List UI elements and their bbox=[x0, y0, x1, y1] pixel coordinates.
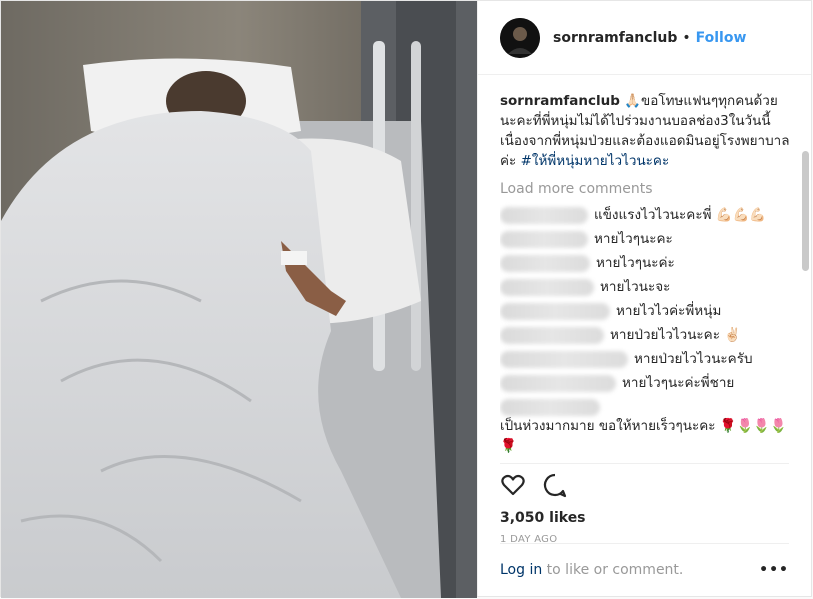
comment-text: หายไวๆนะคะ bbox=[594, 231, 673, 247]
comment-username-blurred[interactable] bbox=[500, 279, 594, 296]
comment-item: หายป่วยไวไวนะครับ bbox=[500, 349, 790, 369]
comment-username-blurred[interactable] bbox=[500, 327, 604, 344]
comment-username-blurred[interactable] bbox=[500, 207, 588, 224]
actions-bar: 3,050 likes 1 DAY AGO bbox=[500, 463, 789, 545]
comment-username-blurred[interactable] bbox=[500, 255, 590, 272]
comment-username-blurred[interactable] bbox=[500, 399, 600, 416]
comment-username-blurred[interactable] bbox=[500, 231, 588, 248]
action-icons bbox=[500, 470, 789, 500]
caption-username[interactable]: sornramfanclub bbox=[500, 93, 620, 109]
hospital-photo bbox=[1, 1, 477, 598]
comments-list[interactable]: sornramfanclub 🙏🏻ขอโทษแฟนๆทุกคนด้วยนะคะท… bbox=[500, 91, 790, 457]
caption-hashtag[interactable]: #ให้พี่หนุ่มหายไวไวนะคะ bbox=[521, 153, 670, 169]
login-prompt: Log in to like or comment. bbox=[500, 562, 683, 578]
post-photo[interactable] bbox=[1, 1, 477, 598]
comments-scrollbar[interactable] bbox=[802, 151, 809, 271]
login-link[interactable]: Log in bbox=[500, 562, 542, 578]
comment-text: หายไวนะจะ bbox=[600, 279, 671, 295]
comment-username-blurred[interactable] bbox=[500, 351, 628, 368]
comment-text: แข็งแรงไวไวนะคะพี่ 💪🏻💪🏻💪🏻 bbox=[594, 207, 767, 223]
caption: sornramfanclub 🙏🏻ขอโทษแฟนๆทุกคนด้วยนะคะท… bbox=[500, 91, 790, 171]
caption-emoji: 🙏🏻 bbox=[624, 93, 642, 109]
post-header: sornramfanclub • Follow bbox=[478, 1, 811, 75]
comment-item: เป็นห่วงมากมาย ขอให้หายเร็วๆนะคะ 🌹🌷🌷🌷🌹 bbox=[500, 397, 790, 456]
comment-text: หายป่วยไวไวนะครับ bbox=[634, 351, 753, 367]
comment-text: หายป่วยไวไวนะคะ ✌🏻 bbox=[610, 327, 742, 343]
follow-button[interactable]: Follow bbox=[696, 30, 747, 46]
heart-icon[interactable] bbox=[500, 472, 526, 498]
comment-text: หายไวๆนะค่ะพี่ชาย bbox=[622, 375, 735, 391]
comment-rows: แข็งแรงไวไวนะคะพี่ 💪🏻💪🏻💪🏻 หายไวๆนะคะหายไว… bbox=[500, 205, 790, 457]
more-options-icon[interactable]: ••• bbox=[759, 562, 789, 578]
header-username[interactable]: sornramfanclub bbox=[553, 30, 677, 46]
login-footer: Log in to like or comment. ••• bbox=[500, 543, 789, 578]
comment-item: หายป่วยไวไวนะคะ ✌🏻 bbox=[500, 325, 790, 345]
comment-text: หายไวๆนะค่ะ bbox=[596, 255, 675, 271]
comment-item: แข็งแรงไวไวนะคะพี่ 💪🏻💪🏻💪🏻 bbox=[500, 205, 790, 225]
comment-text: เป็นห่วงมากมาย ขอให้หายเร็วๆนะคะ 🌹🌷🌷🌷🌹 bbox=[500, 418, 788, 454]
likes-count[interactable]: 3,050 likes bbox=[500, 510, 789, 526]
comment-item: หายไวๆนะค่ะ bbox=[500, 253, 790, 273]
avatar-icon bbox=[500, 17, 540, 58]
comment-item: หายไวนะจะ bbox=[500, 277, 790, 297]
comment-username-blurred[interactable] bbox=[500, 303, 610, 320]
load-more-comments[interactable]: Load more comments bbox=[500, 179, 790, 199]
comment-username-blurred[interactable] bbox=[500, 375, 616, 392]
comment-icon[interactable] bbox=[542, 472, 568, 498]
comment-item: หายไวๆนะค่ะพี่ชาย bbox=[500, 373, 790, 393]
login-suffix: to like or comment. bbox=[546, 562, 684, 578]
comment-item: หายไวๆนะคะ bbox=[500, 229, 790, 249]
avatar[interactable] bbox=[500, 17, 540, 58]
post-card: sornramfanclub • Follow sornramfanclub 🙏… bbox=[0, 0, 812, 598]
comment-item: หายไวไวค่ะพี่หนุ่ม bbox=[500, 301, 790, 321]
post-sidebar: sornramfanclub • Follow sornramfanclub 🙏… bbox=[477, 1, 811, 596]
comment-text: หายไวไวค่ะพี่หนุ่ม bbox=[616, 303, 722, 319]
separator-dot: • bbox=[682, 29, 691, 46]
